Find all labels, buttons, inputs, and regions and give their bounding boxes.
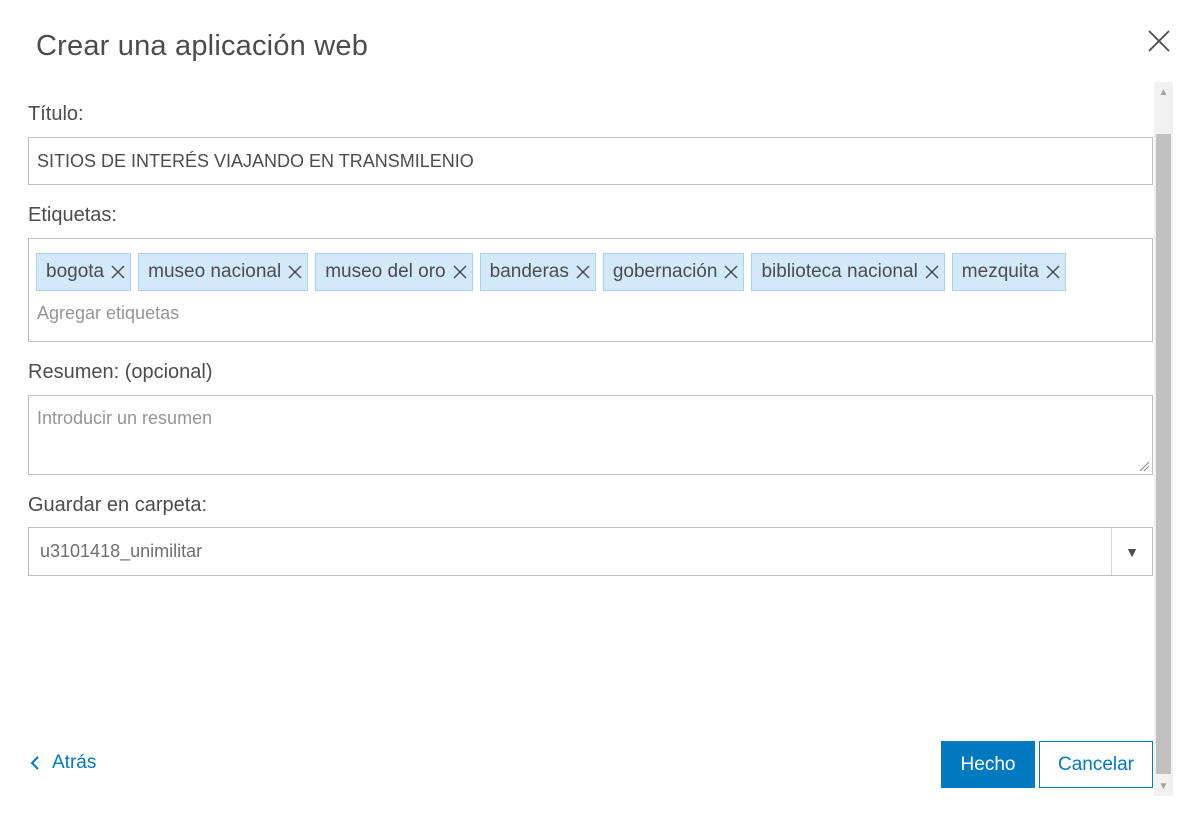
folder-selected-value: u3101418_unimilitar xyxy=(40,541,203,561)
tag-chip: gobernación xyxy=(602,253,745,291)
summary-textarea[interactable]: Introducir un resumen xyxy=(28,395,1153,475)
summary-label: Resumen: (opcional) xyxy=(28,361,213,383)
tag-chip: bogota xyxy=(36,253,132,291)
close-icon xyxy=(1148,30,1170,52)
close-icon xyxy=(453,265,467,279)
tag-remove-button[interactable] xyxy=(924,264,940,280)
tag-chip: museo nacional xyxy=(138,253,309,291)
tag-label: museo nacional xyxy=(148,261,282,282)
close-icon xyxy=(925,265,939,279)
caret-down-icon[interactable]: ▼ xyxy=(1111,528,1152,575)
title-label: Título: xyxy=(28,103,84,125)
tags-input[interactable]: bogota museo nacional museo del oro bandera… xyxy=(28,238,1153,342)
tag-chip: banderas xyxy=(479,253,596,291)
scroll-down-icon[interactable]: ▼ xyxy=(1154,776,1173,796)
tag-label: bogota xyxy=(46,261,105,282)
close-icon xyxy=(1046,265,1060,279)
back-label: Atrás xyxy=(52,752,97,773)
scrollbar-thumb[interactable] xyxy=(1156,134,1171,774)
tag-label: mezquita xyxy=(961,261,1039,282)
close-button[interactable] xyxy=(1146,28,1172,54)
tag-remove-button[interactable] xyxy=(287,264,303,280)
cancel-button[interactable]: Cancelar xyxy=(1039,741,1153,788)
tag-remove-button[interactable] xyxy=(110,264,126,280)
tag-chip: mezquita xyxy=(951,253,1066,291)
tag-label: museo del oro xyxy=(325,261,446,282)
title-input[interactable]: SITIOS DE INTERÉS VIAJANDO EN TRANSMILEN… xyxy=(28,137,1153,185)
close-icon xyxy=(576,265,590,279)
scrollbar[interactable]: ▲ ▼ xyxy=(1154,82,1173,796)
tag-label: gobernación xyxy=(612,261,718,282)
tag-remove-button[interactable] xyxy=(723,264,739,280)
tags-label: Etiquetas: xyxy=(28,204,117,226)
resize-handle-icon[interactable] xyxy=(1138,460,1150,472)
folder-select[interactable]: u3101418_unimilitar ▼ xyxy=(28,527,1153,576)
tag-chip: museo del oro xyxy=(315,253,473,291)
tag-label: biblioteca nacional xyxy=(761,261,918,282)
dialog-title: Crear una aplicación web xyxy=(36,30,369,62)
scroll-up-icon[interactable]: ▲ xyxy=(1154,82,1173,102)
done-button[interactable]: Hecho xyxy=(941,741,1035,788)
tag-chip: biblioteca nacional xyxy=(751,253,945,291)
tag-label: banderas xyxy=(489,261,569,282)
summary-placeholder: Introducir un resumen xyxy=(37,408,213,428)
tag-remove-button[interactable] xyxy=(1045,264,1061,280)
back-link[interactable]: Atrás xyxy=(30,752,96,774)
close-icon xyxy=(724,265,738,279)
tag-remove-button[interactable] xyxy=(575,264,591,280)
tags-placeholder[interactable]: Agregar etiquetas xyxy=(36,303,1145,324)
chevron-left-icon xyxy=(30,756,39,770)
close-icon xyxy=(111,265,125,279)
tag-remove-button[interactable] xyxy=(452,264,468,280)
folder-label: Guardar en carpeta: xyxy=(28,494,207,516)
tags-list: bogota museo nacional museo del oro bandera… xyxy=(36,253,1145,291)
close-icon xyxy=(288,265,302,279)
